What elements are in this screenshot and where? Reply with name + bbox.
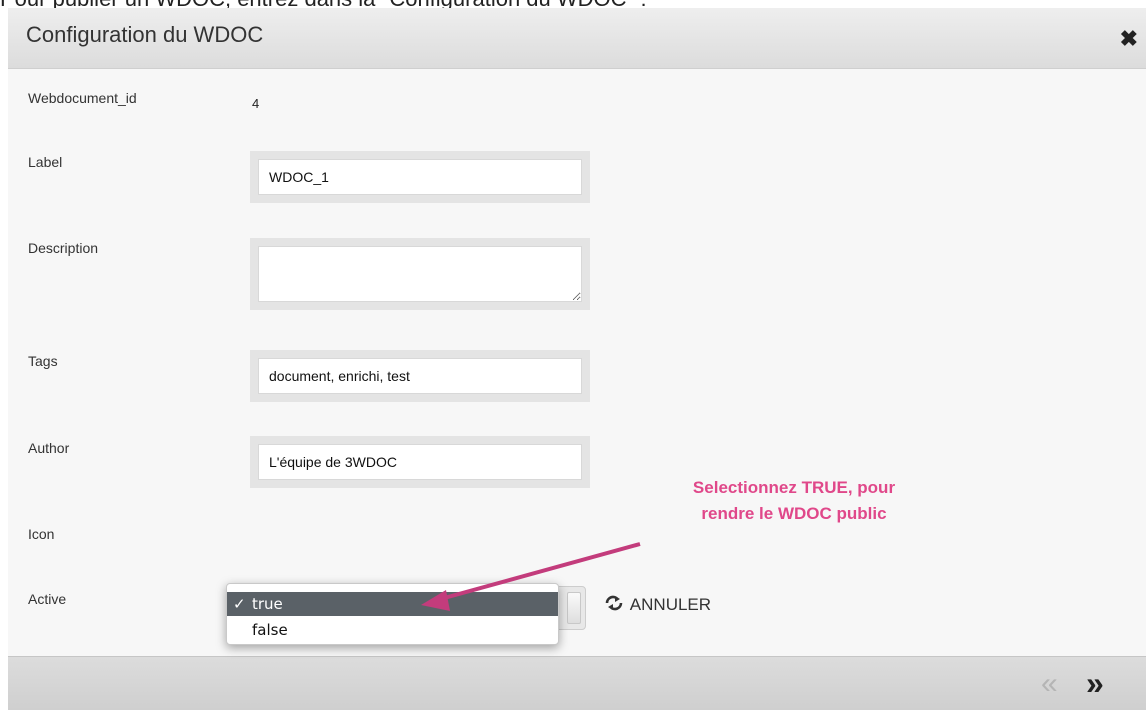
author-label: Author [28,440,70,456]
dropdown-option-false[interactable]: false [227,618,558,642]
tags-field-frame [250,350,590,402]
annuler-label: ANNULER [629,595,712,614]
dialog-footer: « » [8,656,1146,710]
dialog-header: Configuration du WDOC ✖ [8,8,1146,69]
annotation-line-1: Selectionnez TRUE, pour [692,478,896,497]
dialog-title: Configuration du WDOC [26,22,264,47]
dropdown-option-label: true [252,595,283,613]
label-label: Label [28,154,63,170]
description-field-frame [250,238,590,310]
close-icon[interactable]: ✖ [1120,26,1138,52]
checkmark-icon: ✓ [233,595,246,613]
tags-label: Tags [28,353,58,369]
webdocument-id-label: Webdocument_id [28,90,137,106]
active-dropdown-list: ✓ true false [226,583,559,645]
description-label: Description [28,240,99,256]
label-field-frame [250,151,590,203]
refresh-icon [604,594,626,618]
description-textarea[interactable] [258,246,582,302]
annotation-text: Selectionnez TRUE, pour rendre le WDOC p… [638,475,950,527]
select-arrow-icon[interactable] [567,592,581,624]
annuler-button[interactable]: ANNULER [604,593,711,617]
dropdown-option-true[interactable]: ✓ true [227,592,558,616]
dropdown-option-label: false [252,621,288,639]
icon-label: Icon [28,526,55,542]
author-input[interactable] [258,444,582,480]
active-label: Active [28,591,67,607]
double-chevron-right-icon[interactable]: » [1086,665,1104,702]
author-field-frame [250,436,590,488]
config-dialog: Configuration du WDOC ✖ Webdocument_id 4… [8,8,1146,710]
label-input[interactable] [258,159,582,195]
annotation-line-2: rendre le WDOC public [701,504,887,523]
webdocument-id-value: 4 [252,96,260,111]
double-chevron-left-icon[interactable]: « [1041,667,1058,701]
tags-input[interactable] [258,358,582,394]
